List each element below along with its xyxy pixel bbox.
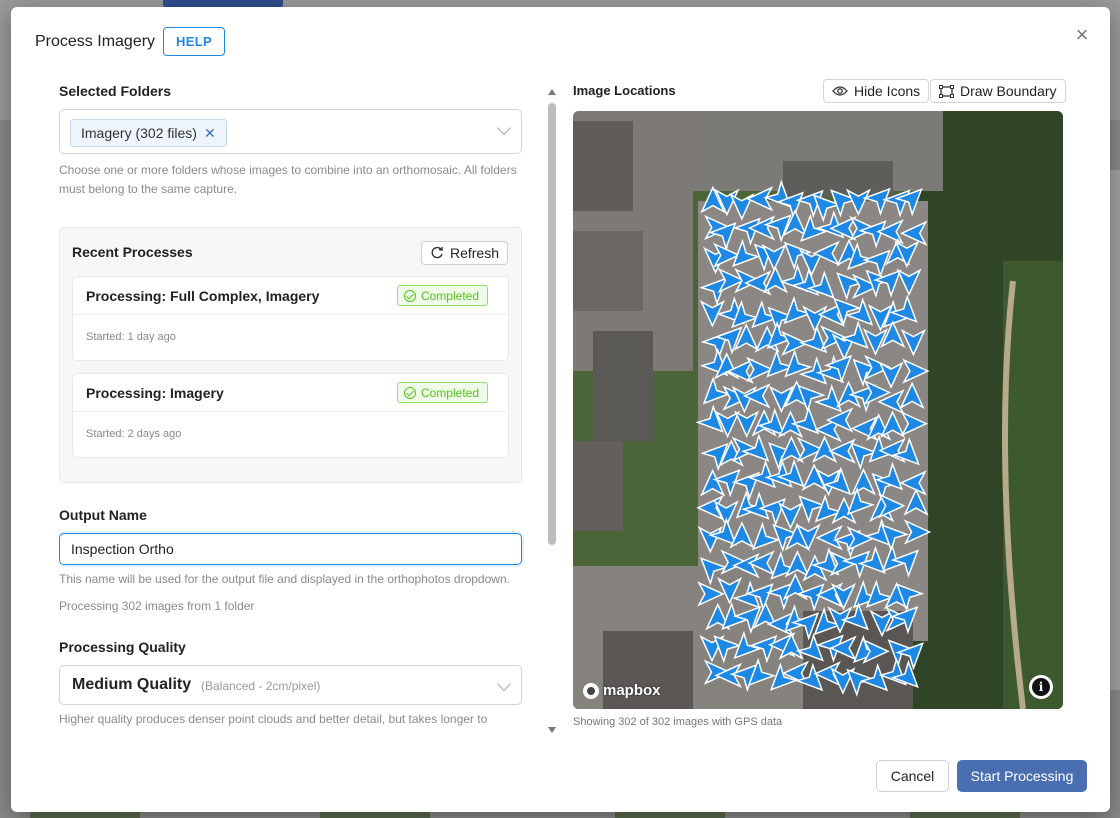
dialog-title: Process Imagery — [35, 32, 156, 50]
recent-processes-title: Recent Processes — [72, 244, 193, 260]
close-icon[interactable]: × — [1072, 24, 1092, 46]
boundary-icon — [939, 84, 954, 98]
map-title: Image Locations — [573, 83, 676, 98]
status-label: Completed — [420, 385, 479, 400]
mapbox-icon — [583, 682, 599, 699]
remove-folder-icon[interactable]: ✕ — [204, 125, 216, 142]
background-thumbnail — [615, 812, 725, 818]
settings-scrollbar[interactable] — [547, 89, 557, 737]
selected-folders-label: Selected Folders — [59, 83, 172, 99]
scroll-up-icon[interactable] — [548, 89, 556, 95]
start-processing-button[interactable]: Start Processing — [957, 760, 1087, 792]
recent-processes-panel: Recent Processes Refresh Processing: Ful… — [59, 227, 522, 483]
quality-hint: Higher quality produces denser point clo… — [59, 712, 488, 733]
refresh-label: Refresh — [449, 245, 499, 261]
draw-boundary-button[interactable]: Draw Boundary — [930, 79, 1066, 103]
image-locations-map[interactable]: mapbox i — [573, 111, 1063, 709]
map-info-button[interactable]: i — [1029, 675, 1053, 699]
settings-panel: Selected Folders Imagery (302 files) ✕ C… — [59, 79, 539, 733]
check-circle-icon — [403, 289, 416, 302]
output-name-hint: This name will be used for the output fi… — [59, 572, 510, 586]
info-icon: i — [1032, 678, 1050, 696]
building-roof — [573, 231, 643, 311]
folder-tag: Imagery (302 files) ✕ — [70, 119, 227, 147]
background-thumbnail — [30, 812, 140, 818]
status-badge: Completed — [396, 285, 488, 306]
folder-tag-label: Imagery (302 files) — [81, 125, 197, 141]
mapbox-logo: mapbox — [583, 682, 661, 699]
scroll-thumb[interactable] — [548, 103, 556, 545]
process-imagery-dialog: Process Imagery HELP × Selected Folders … — [11, 7, 1110, 812]
folder-hint: Choose one or more folders whose images … — [59, 163, 517, 196]
processing-summary: Processing 302 images from 1 folder — [59, 599, 255, 613]
scroll-down-icon[interactable] — [548, 727, 556, 733]
building-roof — [783, 161, 893, 197]
background-thumbnail — [910, 812, 1020, 818]
process-card[interactable]: Processing: Full Complex, Imagery Comple… — [72, 276, 509, 361]
refresh-icon — [431, 246, 443, 259]
hide-icons-label: Hide Icons — [854, 83, 921, 99]
building-roof — [573, 121, 633, 211]
card-divider — [73, 411, 508, 412]
process-title: Processing: Full Complex, Imagery — [86, 288, 320, 304]
draw-boundary-label: Draw Boundary — [960, 83, 1057, 99]
cancel-button[interactable]: Cancel — [876, 760, 949, 792]
map-status: Showing 302 of 302 images with GPS data — [573, 716, 783, 728]
background-thumbnail — [320, 812, 430, 818]
satellite-map — [573, 111, 1063, 709]
process-card[interactable]: Processing: Imagery Completed Started: 2… — [72, 373, 509, 458]
eye-icon — [832, 86, 848, 96]
process-title: Processing: Imagery — [86, 385, 224, 401]
dialog-header: Process Imagery HELP — [35, 27, 225, 56]
status-badge: Completed — [396, 382, 488, 403]
chevron-down-icon — [496, 120, 512, 136]
quality-detail: (Balanced - 2cm/pixel) — [201, 679, 321, 693]
output-name-input[interactable]: Inspection Ortho — [59, 533, 522, 565]
help-button[interactable]: HELP — [163, 27, 225, 56]
building-roof — [593, 331, 653, 441]
process-started: Started: 1 day ago — [86, 331, 176, 343]
chevron-down-icon — [496, 676, 512, 692]
check-circle-icon — [403, 386, 416, 399]
output-name-label: Output Name — [59, 507, 147, 523]
quality-selected: Medium Quality — [72, 676, 192, 693]
quality-select[interactable]: Medium Quality (Balanced - 2cm/pixel) — [59, 665, 522, 705]
card-divider — [73, 314, 508, 315]
folder-select[interactable]: Imagery (302 files) ✕ — [59, 109, 522, 154]
refresh-button[interactable]: Refresh — [420, 241, 508, 265]
process-started: Started: 2 days ago — [86, 428, 182, 440]
mapbox-attribution: mapbox — [603, 682, 661, 699]
status-label: Completed — [420, 288, 479, 303]
processing-quality-label: Processing Quality — [59, 639, 186, 655]
hide-icons-button[interactable]: Hide Icons — [823, 79, 930, 103]
building-roof — [573, 441, 623, 531]
field-area — [1003, 261, 1063, 709]
